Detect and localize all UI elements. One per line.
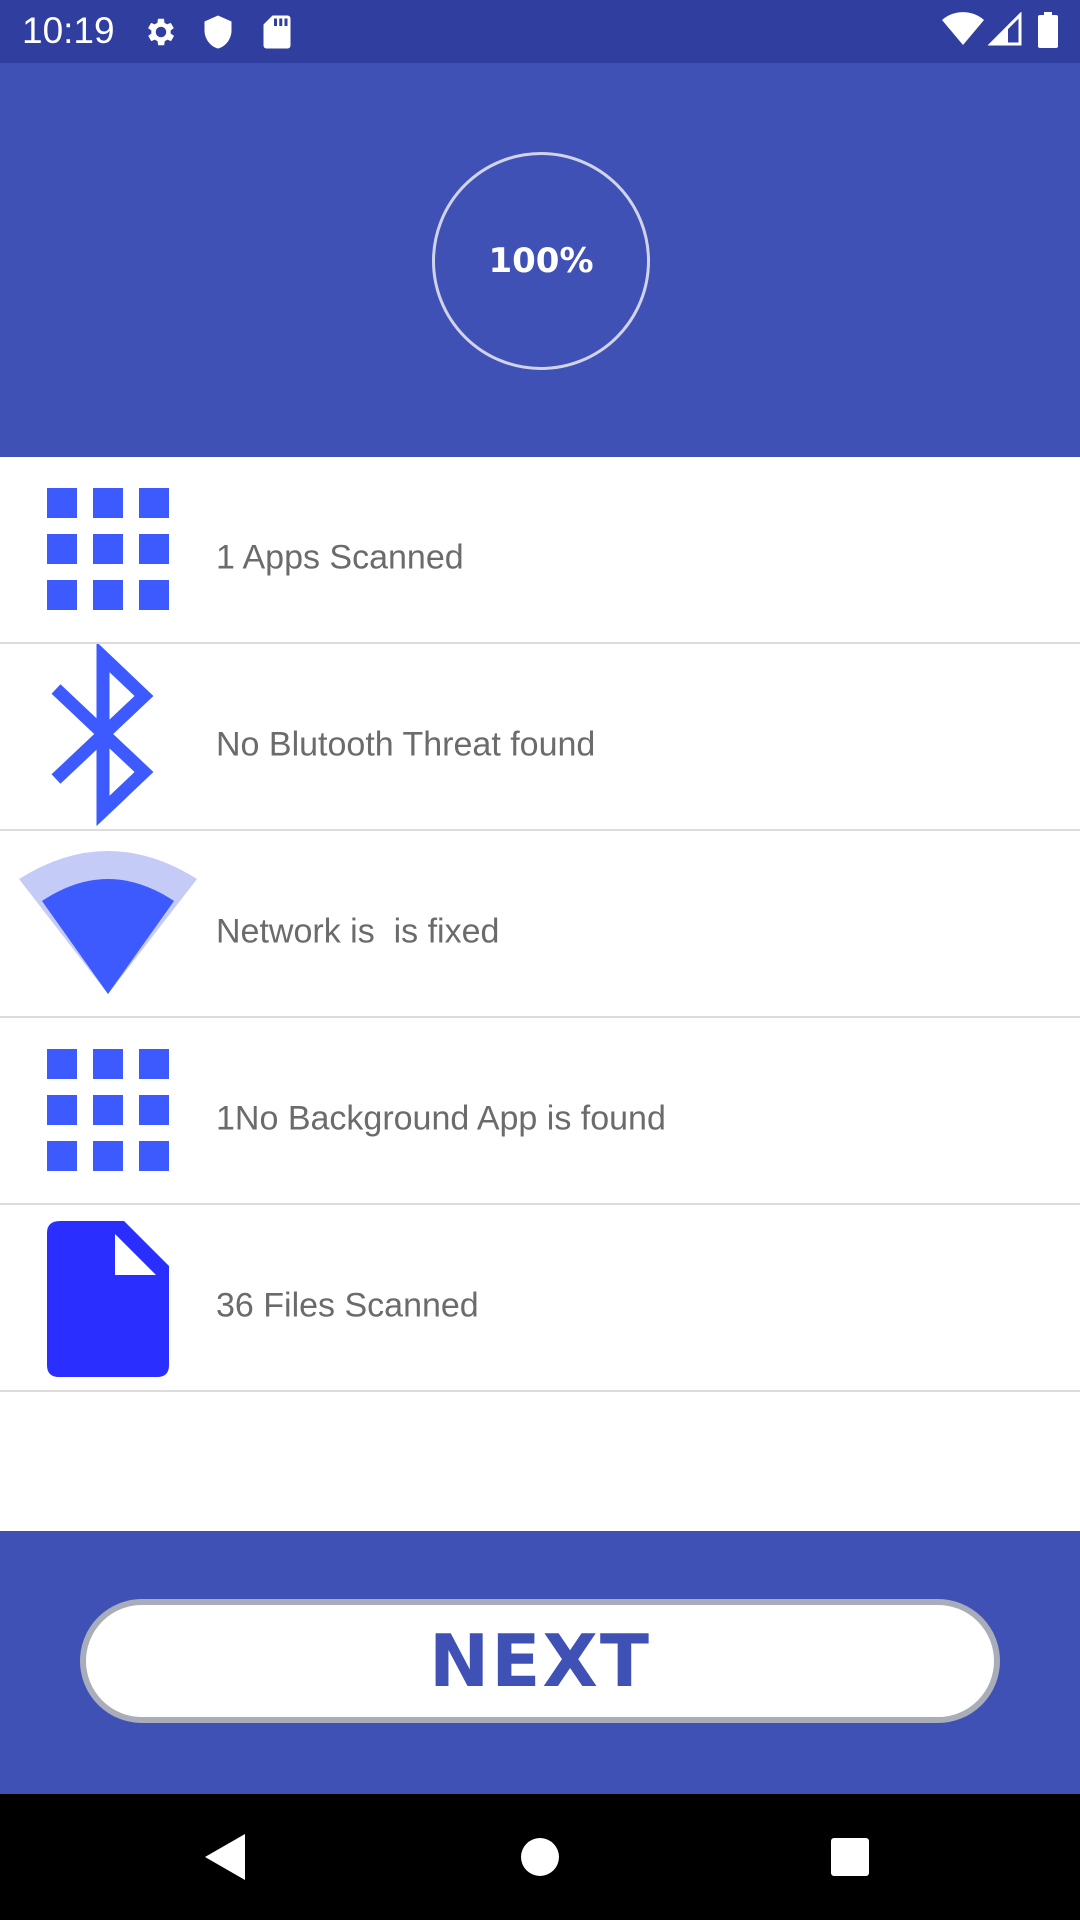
battery-icon — [1038, 12, 1058, 53]
item-label: 1No Background App is found — [216, 1099, 666, 1138]
signal-icon — [987, 11, 1022, 51]
item-label: Network is is fixed — [216, 912, 500, 951]
wifi-network-icon — [14, 831, 202, 1016]
list-item: 36 Files Scanned — [0, 1205, 1080, 1392]
item-label: 1 Apps Scanned — [216, 538, 464, 577]
gear-icon — [143, 14, 179, 55]
bluetooth-icon — [14, 644, 202, 829]
file-icon — [14, 1205, 202, 1390]
progress-circle: 100% — [432, 152, 650, 370]
shield-icon — [202, 14, 234, 55]
list-item: 1No Background App is found — [0, 1018, 1080, 1205]
item-label: No Blutooth Threat found — [216, 725, 596, 764]
apps-grid-icon — [14, 457, 202, 642]
bottom-bar: NEXT — [0, 1531, 1080, 1794]
recents-icon[interactable] — [780, 1794, 920, 1920]
next-button-label: NEXT — [428, 1619, 652, 1703]
list-item: Network is is fixed — [0, 831, 1080, 1018]
list-item: No Blutooth Threat found — [0, 644, 1080, 831]
list-item: 1 Apps Scanned — [0, 457, 1080, 644]
back-icon[interactable] — [155, 1794, 295, 1920]
scan-header: 100% — [0, 63, 1080, 457]
status-time: 10:19 — [22, 10, 115, 51]
scan-results-list: 1 Apps Scanned No Blutooth Threat found … — [0, 457, 1080, 1392]
status-bar: 10:19 — [0, 0, 1080, 63]
navigation-bar — [0, 1794, 1080, 1920]
sd-card-icon — [262, 14, 292, 55]
apps-grid-icon — [14, 1018, 202, 1203]
item-label: 36 Files Scanned — [216, 1286, 479, 1325]
wifi-icon — [942, 12, 984, 51]
next-button[interactable]: NEXT — [80, 1599, 1000, 1723]
scan-complete-screen: 10:19 100% 1 Apps Scanned No Blutooth Th… — [0, 0, 1080, 1920]
home-icon[interactable] — [470, 1794, 610, 1920]
progress-percent: 100% — [488, 241, 594, 281]
